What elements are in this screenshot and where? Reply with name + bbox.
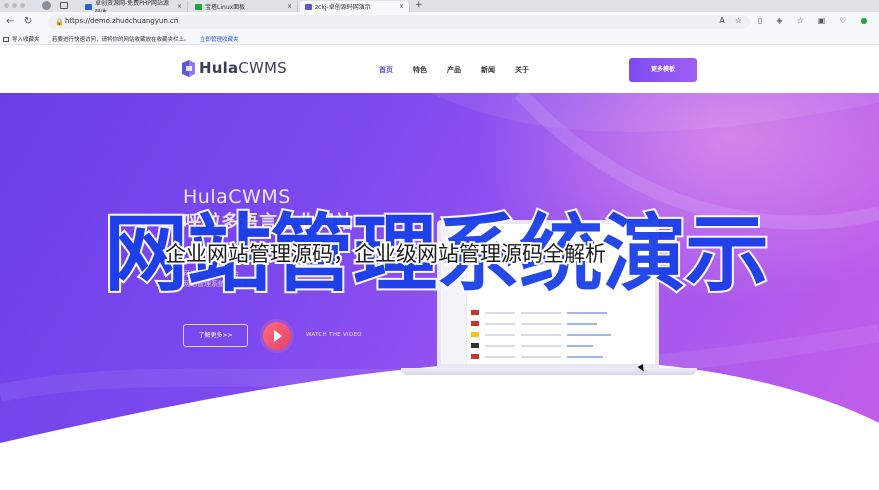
performance-icon[interactable]: ♡ bbox=[839, 16, 846, 25]
main-nav: 首页 特色 产品 新闻 关于 bbox=[379, 65, 529, 75]
extension-green-icon[interactable]: ● bbox=[860, 16, 867, 25]
import-icon bbox=[3, 36, 9, 42]
new-tab-button[interactable]: + bbox=[415, 0, 423, 10]
app-row bbox=[471, 319, 655, 328]
nav-item-news[interactable]: 新闻 bbox=[481, 65, 495, 75]
tab-title: 宝塔Linux面板 bbox=[205, 4, 246, 11]
logo-mark-icon bbox=[182, 59, 195, 77]
profile-icon[interactable] bbox=[42, 1, 51, 10]
tab-favicon-icon bbox=[305, 3, 312, 10]
tab-close-icon[interactable]: × bbox=[177, 3, 182, 10]
favorites-hint: 若要进行快速访问，请将你的网站收藏放在收藏夹栏上。 bbox=[52, 37, 190, 43]
learn-more-button[interactable]: 了解更多>> bbox=[183, 324, 248, 347]
nav-item-features[interactable]: 特色 bbox=[413, 65, 427, 75]
play-video-icon[interactable] bbox=[263, 322, 291, 350]
app-row bbox=[471, 330, 655, 339]
more-templates-button[interactable]: 更多模板 bbox=[629, 58, 697, 82]
manage-favorites-link[interactable]: 立即管理收藏夹 bbox=[200, 35, 239, 43]
browser-tab-2[interactable]: 宝塔Linux面板 × bbox=[190, 1, 298, 12]
tab-favicon-icon bbox=[85, 3, 92, 10]
logo-text: HulaCWMS bbox=[199, 59, 287, 77]
site-logo[interactable]: HulaCWMS bbox=[182, 59, 287, 77]
nav-item-about[interactable]: 关于 bbox=[515, 65, 529, 75]
url-field[interactable]: 🔒 https://demo.zhuochuangyun.cn A ☆ bbox=[48, 15, 750, 29]
nav-item-products[interactable]: 产品 bbox=[447, 65, 461, 75]
refresh-icon[interactable]: ↻ bbox=[24, 16, 32, 27]
app-row bbox=[471, 341, 655, 350]
lock-icon: 🔒 bbox=[55, 18, 64, 26]
app-row bbox=[471, 352, 655, 361]
watch-video-link[interactable]: WATCH THE VIDEO bbox=[306, 332, 362, 338]
back-icon[interactable]: ← bbox=[6, 16, 14, 27]
tab-close-icon[interactable]: × bbox=[399, 3, 404, 10]
address-bar-row: ← ↻ 🔒 https://demo.zhuochuangyun.cn A ☆ … bbox=[0, 12, 879, 32]
collections-icon[interactable]: ▣ bbox=[818, 16, 826, 25]
tab-title: zckj-卓创源码网演示 bbox=[315, 4, 371, 11]
overlay-caption: 企业网站管理源码，企业级网站管理源码全解析 bbox=[163, 240, 608, 268]
split-screen-icon[interactable]: ▯ bbox=[758, 16, 762, 25]
app-row bbox=[471, 308, 655, 317]
laptop-mockup-base bbox=[401, 368, 697, 375]
favorites-bar: 导入收藏夹 若要进行快速访问，请将你的网站收藏放在收藏夹栏上。 立即管理收藏夹 bbox=[0, 32, 879, 45]
browser-tab-3[interactable]: zckj-卓创源码网演示 × bbox=[300, 1, 410, 12]
site-header: HulaCWMS 首页 特色 产品 新闻 关于 更多模板 bbox=[0, 45, 879, 93]
url-text: https://demo.zhuochuangyun.cn bbox=[65, 17, 179, 25]
window-controls[interactable] bbox=[4, 3, 25, 8]
browser-tab-bar: 卓创资源网-免费PHP网站源码收 × 宝塔Linux面板 × zckj-卓创源码… bbox=[0, 0, 879, 16]
import-label: 导入收藏夹 bbox=[12, 37, 40, 43]
extension-icon[interactable]: ◈ bbox=[776, 16, 782, 25]
tab-close-icon[interactable]: × bbox=[287, 3, 292, 10]
browser-tab-1[interactable]: 卓创资源网-免费PHP网站源码收 × bbox=[80, 0, 188, 16]
favorite-star-icon[interactable]: ☆ bbox=[735, 16, 742, 25]
import-favorites-button[interactable]: 导入收藏夹 bbox=[3, 35, 40, 43]
read-aloud-icon[interactable]: A bbox=[719, 16, 724, 25]
favorites-icon[interactable]: ☆ bbox=[797, 16, 804, 25]
nav-item-home[interactable]: 首页 bbox=[379, 65, 393, 75]
workspaces-icon[interactable] bbox=[60, 2, 68, 9]
tab-favicon-icon bbox=[195, 3, 202, 10]
